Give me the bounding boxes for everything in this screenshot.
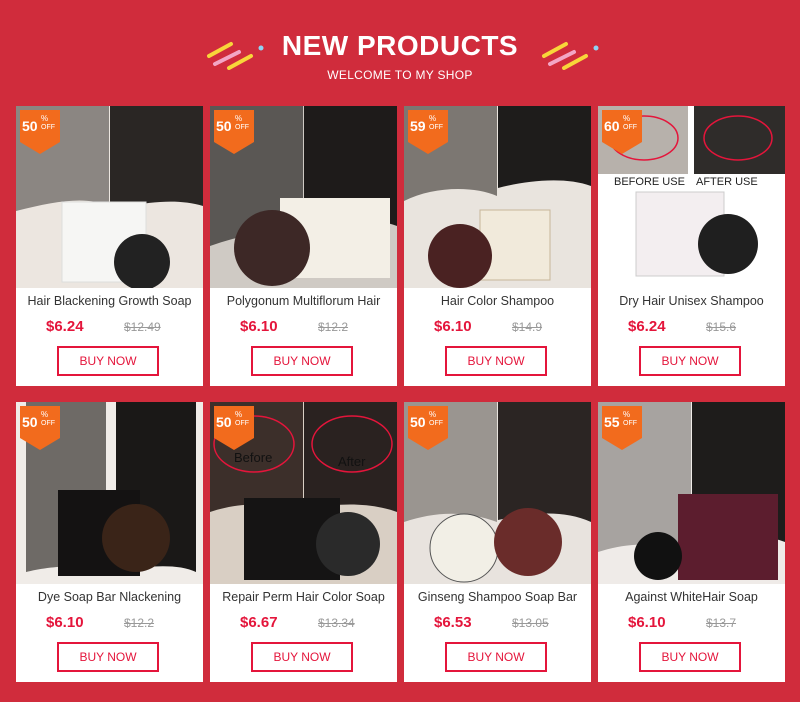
- discount-value: 50: [216, 118, 232, 134]
- discount-value: 59: [410, 118, 426, 134]
- buy-now-button[interactable]: BUY NOW: [251, 642, 353, 672]
- buy-now-button[interactable]: BUY NOW: [445, 346, 547, 376]
- discount-value: 50: [22, 118, 38, 134]
- before-use-label: BEFORE USE: [614, 176, 685, 188]
- product-card[interactable]: 50 % OFF Ginseng Shampoo Soap Bar $6.53 …: [404, 402, 591, 682]
- product-name[interactable]: Polygonum Multiflorum Hair: [210, 294, 397, 308]
- product-name[interactable]: Against WhiteHair Soap: [598, 590, 785, 604]
- product-old-price: $13.7: [706, 616, 737, 630]
- percent-sign: %: [429, 410, 437, 419]
- off-label: OFF: [41, 124, 55, 131]
- product-price: $6.10: [46, 614, 84, 631]
- percent-sign: %: [235, 114, 243, 123]
- product-price: $6.53: [434, 614, 472, 631]
- product-price: $6.24: [628, 318, 666, 335]
- percent-sign: %: [41, 410, 49, 419]
- discount-value: 60: [604, 118, 620, 134]
- product-old-price: $15.6: [706, 320, 737, 334]
- after-label: After: [338, 454, 366, 469]
- product-name[interactable]: Ginseng Shampoo Soap Bar: [404, 590, 591, 604]
- product-card[interactable]: 55 % OFF Against WhiteHair Soap $6.10 $1…: [598, 402, 785, 682]
- buy-now-button[interactable]: BUY NOW: [445, 642, 547, 672]
- product-price: $6.67: [240, 614, 278, 631]
- product-card[interactable]: 50 % OFF Polygonum Multiflorum Hair $6.1…: [210, 106, 397, 386]
- product-name[interactable]: Hair Blackening Growth Soap: [16, 294, 203, 308]
- product-price: $6.10: [434, 318, 472, 335]
- decoration-icon: [542, 42, 599, 70]
- product-name[interactable]: Hair Color Shampoo: [404, 294, 591, 308]
- percent-sign: %: [429, 114, 437, 123]
- product-price: $6.24: [46, 318, 84, 335]
- product-old-price: $13.05: [512, 616, 549, 630]
- product-name[interactable]: Repair Perm Hair Color Soap: [210, 590, 397, 604]
- buy-now-button[interactable]: BUY NOW: [251, 346, 353, 376]
- product-old-price: $12.2: [318, 320, 349, 334]
- buy-now-button[interactable]: BUY NOW: [57, 642, 159, 672]
- off-label: OFF: [235, 124, 249, 131]
- discount-value: 55: [604, 414, 620, 430]
- off-label: OFF: [429, 420, 443, 427]
- product-name[interactable]: Dye Soap Bar Nlackening: [16, 590, 203, 604]
- product-price: $6.10: [628, 614, 666, 631]
- off-label: OFF: [429, 124, 443, 131]
- product-card[interactable]: 50 % OFF Hair Blackening Growth Soap $6.…: [16, 106, 203, 386]
- off-label: OFF: [623, 420, 637, 427]
- percent-sign: %: [623, 410, 631, 419]
- percent-sign: %: [235, 410, 243, 419]
- buy-now-button[interactable]: BUY NOW: [639, 642, 741, 672]
- product-old-price: $13.34: [318, 616, 355, 630]
- off-label: OFF: [623, 124, 637, 131]
- product-price: $6.10: [240, 318, 278, 335]
- off-label: OFF: [235, 420, 249, 427]
- buy-now-button[interactable]: BUY NOW: [57, 346, 159, 376]
- before-label: Before: [234, 450, 273, 465]
- product-name[interactable]: Dry Hair Unisex Shampoo: [598, 294, 785, 308]
- page-title: NEW PRODUCTS: [281, 30, 519, 61]
- percent-sign: %: [623, 114, 631, 123]
- product-card[interactable]: 50 % OFF Dye Soap Bar Nlackening $6.10 $…: [16, 402, 203, 682]
- off-label: OFF: [41, 420, 55, 427]
- discount-value: 50: [216, 414, 232, 430]
- product-card[interactable]: 59 % OFF Hair Color Shampoo $6.10 $14.9 …: [404, 106, 591, 386]
- header: NEW PRODUCTS WELCOME TO MY SHOP: [0, 0, 800, 100]
- discount-value: 50: [410, 414, 426, 430]
- product-old-price: $12.2: [124, 616, 155, 630]
- percent-sign: %: [41, 114, 49, 123]
- discount-value: 50: [22, 414, 38, 430]
- product-old-price: $14.9: [512, 320, 543, 334]
- page-subtitle: WELCOME TO MY SHOP: [327, 68, 473, 82]
- product-old-price: $12.49: [124, 320, 161, 334]
- buy-now-button[interactable]: BUY NOW: [639, 346, 741, 376]
- product-card[interactable]: BEFORE USE AFTER USE 60 % OFF Dry Hair U…: [598, 106, 785, 386]
- product-card[interactable]: Before After 50 % OFF Repair Perm Hair C…: [210, 402, 397, 682]
- after-use-label: AFTER USE: [696, 176, 758, 188]
